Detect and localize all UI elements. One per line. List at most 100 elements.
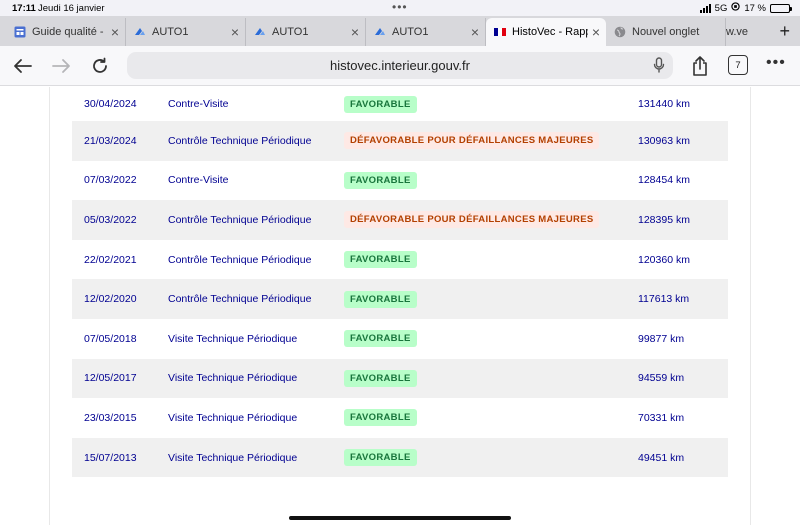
tab-label: Nouvel onglet — [632, 26, 700, 38]
inspection-date: 15/07/2013 — [84, 451, 137, 464]
inspection-type: Visite Technique Périodique — [168, 451, 298, 464]
inspection-date: 05/03/2022 — [84, 213, 137, 226]
status-badge: DÉFAVORABLE POUR DÉFAILLANCES MAJEURES — [344, 132, 600, 150]
inspection-result-cell: FAVORABLE — [344, 330, 638, 348]
inspection-type: Contrôle Technique Périodique — [168, 213, 312, 226]
table-row: 22/02/2021 Contrôle Technique Périodique F… — [72, 240, 728, 280]
inspection-type: Contrôle Technique Périodique — [168, 134, 312, 147]
forward-arrow-icon[interactable] — [50, 54, 74, 78]
status-badge: FAVORABLE — [344, 251, 417, 269]
browser-tab[interactable]: Nouvel onglet — [606, 18, 726, 46]
close-tab-icon[interactable]: × — [111, 24, 119, 40]
mileage: 94559 km — [638, 372, 685, 385]
orientation-lock-icon — [731, 2, 741, 14]
inspection-result-cell: FAVORABLE — [344, 171, 638, 189]
mileage: 99877 km — [638, 332, 685, 345]
inspection-date: 07/03/2022 — [84, 174, 137, 187]
close-tab-icon[interactable]: × — [351, 24, 359, 40]
browser-tab[interactable]: AUTO1 × — [366, 18, 486, 46]
mileage: 49451 km — [638, 451, 685, 464]
inspection-result-cell: DÉFAVORABLE POUR DÉFAILLANCES MAJEURES — [344, 211, 638, 229]
inspection-date: 21/03/2024 — [84, 134, 137, 147]
share-icon[interactable] — [688, 54, 712, 78]
status-badge: FAVORABLE — [344, 449, 417, 467]
close-tab-icon[interactable]: × — [231, 24, 239, 40]
inspection-type: Contre-Visite — [168, 98, 229, 110]
reload-icon[interactable] — [88, 54, 112, 78]
inspection-date: 12/02/2020 — [84, 293, 137, 306]
table-row: 21/03/2024 Contrôle Technique Périodique D… — [72, 121, 728, 161]
navigation-bar: histovec.interieur.gouv.fr 7 ••• — [0, 46, 800, 86]
inspection-result-cell: FAVORABLE — [344, 369, 638, 387]
home-indicator[interactable] — [289, 516, 511, 520]
network-type: 5G — [714, 2, 728, 14]
auto1-logo-icon — [254, 26, 266, 38]
mileage: 131440 km — [638, 98, 690, 110]
table-row: 30/04/2024 Contre-Visite FAVORABLE 131440 k… — [72, 87, 728, 121]
tab-label: AUTO1 — [272, 26, 309, 38]
inspection-result-cell: DÉFAVORABLE POUR DÉFAILLANCES MAJEURES — [344, 132, 638, 150]
battery-icon — [770, 3, 792, 13]
battery-percent: 17 % — [744, 2, 766, 14]
tab-overview-button[interactable]: 7 — [728, 55, 748, 75]
inspection-type: Visite Technique Périodique — [168, 332, 298, 345]
microphone-icon[interactable] — [653, 57, 665, 76]
content-frame-right — [750, 87, 751, 525]
table-row: 23/03/2015 Visite Technique Périodique FAV… — [72, 398, 728, 438]
more-options-icon[interactable]: ••• — [766, 54, 786, 72]
table-row: 07/03/2022 Contre-Visite FAVORABLE 128454 k… — [72, 161, 728, 201]
globe-icon — [614, 26, 626, 38]
cellular-signal-icon — [699, 3, 711, 13]
mileage: 130963 km — [638, 134, 690, 147]
table-row: 05/03/2022 Contrôle Technique Périodique D… — [72, 200, 728, 240]
inspection-type: Contrôle Technique Périodique — [168, 293, 312, 306]
tab-partial[interactable]: w.ve — [726, 18, 756, 46]
inspection-type: Visite Technique Périodique — [168, 372, 298, 385]
mileage: 120360 km — [638, 253, 690, 266]
technical-inspection-history-table: 30/04/2024 Contre-Visite FAVORABLE 131440 k… — [72, 87, 728, 478]
status-date: Jeudi 16 janvier — [38, 3, 105, 14]
tab-label: AUTO1 — [392, 26, 429, 38]
address-field[interactable]: histovec.interieur.gouv.fr — [127, 52, 673, 79]
mileage: 70331 km — [638, 411, 685, 424]
inspection-date: 23/03/2015 — [84, 411, 137, 424]
inspection-date: 30/04/2024 — [84, 98, 137, 110]
browser-tab[interactable]: Guide qualité - × — [6, 18, 126, 46]
table-row: 15/07/2013 Visite Technique Périodique FAV… — [72, 437, 728, 478]
status-badge: DÉFAVORABLE POUR DÉFAILLANCES MAJEURES — [344, 211, 600, 229]
tab-label: Guide qualité - — [32, 26, 104, 38]
tab-label: HistoVec - Rapp — [512, 26, 588, 38]
inspection-result-cell: FAVORABLE — [344, 449, 638, 467]
page-content: 30/04/2024 Contre-Visite FAVORABLE 131440 k… — [0, 87, 800, 525]
back-arrow-icon[interactable] — [10, 54, 34, 78]
inspection-date: 22/02/2021 — [84, 253, 137, 266]
mileage: 117613 km — [638, 293, 690, 306]
auto1-logo-icon — [134, 26, 146, 38]
auto1-logo-icon — [374, 26, 386, 38]
close-tab-icon[interactable]: × — [592, 24, 600, 40]
browser-tab[interactable]: AUTO1 × — [246, 18, 366, 46]
close-tab-icon[interactable]: × — [471, 24, 479, 40]
browser-tab[interactable]: HistoVec - Rapp × — [486, 18, 606, 46]
new-tab-icon[interactable]: + — [779, 21, 790, 42]
status-badge: FAVORABLE — [344, 409, 417, 427]
table-row: 12/05/2017 Visite Technique Périodique FAV… — [72, 358, 728, 399]
status-time: 17:11 — [12, 3, 36, 14]
inspection-type: Visite Technique Périodique — [168, 411, 298, 424]
multitasking-dots-icon[interactable]: ••• — [392, 0, 408, 14]
status-badge: FAVORABLE — [344, 290, 417, 308]
tab-label: AUTO1 — [152, 26, 189, 38]
url-text: histovec.interieur.gouv.fr — [330, 58, 470, 73]
inspection-type: Contrôle Technique Périodique — [168, 253, 312, 266]
browser-tab[interactable]: AUTO1 × — [126, 18, 246, 46]
status-bar: 17:11 Jeudi 16 janvier ••• 5G 17 % — [0, 0, 800, 16]
document-icon — [14, 26, 26, 38]
table-row: 12/02/2020 Contrôle Technique Périodique F… — [72, 279, 728, 319]
inspection-result-cell: FAVORABLE — [344, 290, 638, 308]
tab-bar: Guide qualité - × AUTO1 × AUTO1 × AUTO1 × HistoV… — [0, 16, 800, 46]
french-flag-icon — [494, 26, 506, 38]
status-badge: FAVORABLE — [344, 369, 417, 387]
inspection-result-cell: FAVORABLE — [344, 409, 638, 427]
mileage: 128454 km — [638, 174, 690, 187]
table-row: 07/05/2018 Visite Technique Périodique FAV… — [72, 319, 728, 359]
